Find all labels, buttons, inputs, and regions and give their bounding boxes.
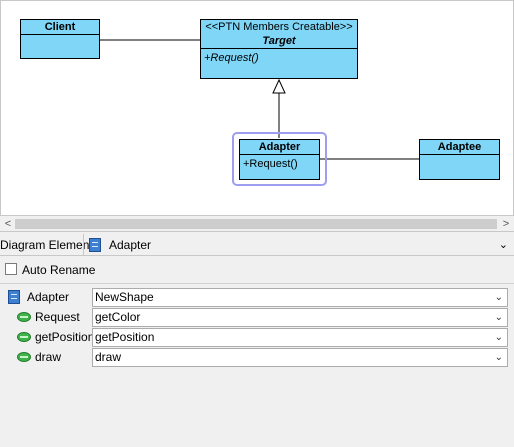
mapping-value: NewShape (95, 290, 154, 304)
mapping-value: getColor (95, 310, 141, 324)
mapping-value-select[interactable]: getColor ⌄ (92, 308, 508, 327)
target-stereotype: <<PTN Members Creatable>> (205, 21, 353, 33)
mapping-value: getPosition (95, 330, 155, 344)
operation-icon (17, 332, 31, 342)
client-class-name: Client (21, 20, 99, 35)
element-dropdown-chevron-icon[interactable]: ⌄ (499, 238, 508, 251)
target-class-header: <<PTN Members Creatable>> Target (201, 20, 357, 49)
scroll-right-icon[interactable]: > (499, 216, 513, 232)
selected-element-name: Adapter (109, 238, 152, 252)
properties-header: Diagram Element Adapter ⌄ (0, 234, 514, 256)
adapter-operation[interactable]: +Request() (240, 155, 319, 173)
diagram-canvas[interactable]: Client <<PTN Members Creatable>> Target … (0, 0, 514, 216)
scrollbar-thumb[interactable] (15, 219, 497, 229)
auto-rename-checkbox[interactable] (5, 263, 17, 275)
target-class-name: Target (262, 35, 296, 47)
operation-icon (17, 312, 31, 322)
operation-icon (17, 352, 31, 362)
mapping-value-select[interactable]: getPosition ⌄ (92, 328, 508, 347)
adaptee-class[interactable]: Adaptee (419, 139, 500, 180)
header-divider (83, 234, 84, 255)
scroll-left-icon[interactable]: < (1, 216, 15, 232)
adapter-class-name: Adapter (240, 140, 319, 155)
mapping-row-label: draw (35, 350, 62, 364)
target-class[interactable]: <<PTN Members Creatable>> Target +Reques… (200, 19, 358, 79)
mapping-row-label: Request (35, 310, 80, 324)
chevron-down-icon[interactable]: ⌄ (495, 289, 503, 306)
mapping-row-label: Adapter (27, 290, 70, 304)
class-icon (89, 238, 101, 252)
mapping-value-select[interactable]: NewShape ⌄ (92, 288, 508, 307)
adapter-class[interactable]: Adapter +Request() (239, 139, 320, 180)
auto-rename-label[interactable]: Auto Rename (22, 263, 95, 277)
chevron-down-icon[interactable]: ⌄ (495, 349, 503, 366)
horizontal-scrollbar[interactable]: < > (0, 216, 514, 232)
mapping-row-label: getPosition (35, 330, 95, 344)
client-class[interactable]: Client (20, 19, 100, 59)
adaptee-class-name: Adaptee (420, 140, 499, 155)
mapping-value: draw (95, 350, 122, 364)
generalization-arrowhead (272, 78, 286, 94)
class-icon (8, 290, 20, 304)
chevron-down-icon[interactable]: ⌄ (495, 329, 503, 346)
diagram-element-label: Diagram Element (0, 238, 93, 252)
mapping-value-select[interactable]: draw ⌄ (92, 348, 508, 367)
target-operation[interactable]: +Request() (201, 49, 357, 67)
chevron-down-icon[interactable]: ⌄ (495, 309, 503, 326)
